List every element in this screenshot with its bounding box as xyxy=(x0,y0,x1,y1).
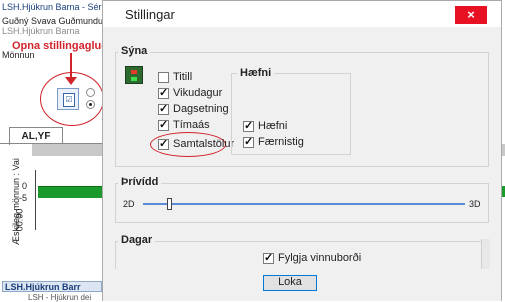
view-radio-1[interactable] xyxy=(86,88,95,97)
checkbox-vikudagur[interactable] xyxy=(158,86,169,99)
open-settings-button[interactable]: ☑ xyxy=(57,88,79,110)
dagar-group-label: Dagar xyxy=(118,234,156,246)
axis-line xyxy=(35,170,36,230)
unit-name: LSH.Hjúkrun Barna xyxy=(2,26,80,36)
checkbox-titill[interactable] xyxy=(158,72,169,83)
slider-thumb[interactable] xyxy=(166,198,172,210)
vertical-axis-label: Æskileg mönnun : Vai xyxy=(11,158,21,245)
checkbox-haefni[interactable] xyxy=(243,119,254,132)
checkbox-fylgja-vinnubordi-label: Fylgja vinnuborði xyxy=(278,252,362,264)
tick-neg5: -5 xyxy=(19,193,28,203)
close-button[interactable]: × xyxy=(455,6,487,24)
checkbox-timaas-label: Tímaás xyxy=(173,119,210,131)
haefni-group-label: Hæfni xyxy=(237,67,275,79)
bottom-tab[interactable]: LSH.Hjúkrun Barr xyxy=(2,281,102,292)
gray-band xyxy=(32,144,102,156)
dialog-titlebar[interactable]: Stillingar × xyxy=(103,1,501,27)
settings-checklist-icon: ☑ xyxy=(63,93,75,107)
tick-zero: 0 xyxy=(22,181,28,191)
dialog-scrollbar[interactable] xyxy=(481,239,490,269)
syna-group-label: Sýna xyxy=(118,45,151,57)
slider-track[interactable] xyxy=(143,203,465,205)
checkbox-fylgja-vinnubordi[interactable] xyxy=(263,251,274,264)
slider-min-label: 2D xyxy=(123,199,135,209)
checkbox-faernistig-label: Færnistig xyxy=(258,136,304,148)
checkbox-samtalstolur-label: Samtalstölur xyxy=(173,138,235,150)
person-name: Guðný Svava Guðmundu xyxy=(2,16,104,26)
settings-dialog: Stillingar × Sýna Titill Vikudagur Dagse… xyxy=(102,0,502,301)
dialog-title: Stillingar xyxy=(125,7,175,22)
green-bar xyxy=(38,186,102,198)
app-title: LSH.Hjúkrun Barna - Sérha xyxy=(2,2,112,12)
tick-time: 00:00 xyxy=(14,208,25,232)
checkbox-timaas[interactable] xyxy=(158,118,169,131)
checkbox-dagsetning-label: Dagsetning xyxy=(173,103,229,115)
checkbox-titill-label: Titill xyxy=(173,71,193,83)
checkbox-haefni-label: Hæfni xyxy=(258,120,288,132)
view-radio-2[interactable] xyxy=(86,100,95,109)
checkbox-vikudagur-label: Vikudagur xyxy=(173,87,223,99)
traffic-light-icon xyxy=(125,66,143,84)
checkbox-samtalstolur[interactable] xyxy=(158,137,169,150)
checkbox-dagsetning[interactable] xyxy=(158,102,169,115)
close-dialog-button[interactable]: Loka xyxy=(263,275,317,291)
thrivitt-group-label: Þrívídd xyxy=(118,176,162,188)
checkbox-faernistig[interactable] xyxy=(243,135,254,148)
slider-max-label: 3D xyxy=(469,199,481,209)
